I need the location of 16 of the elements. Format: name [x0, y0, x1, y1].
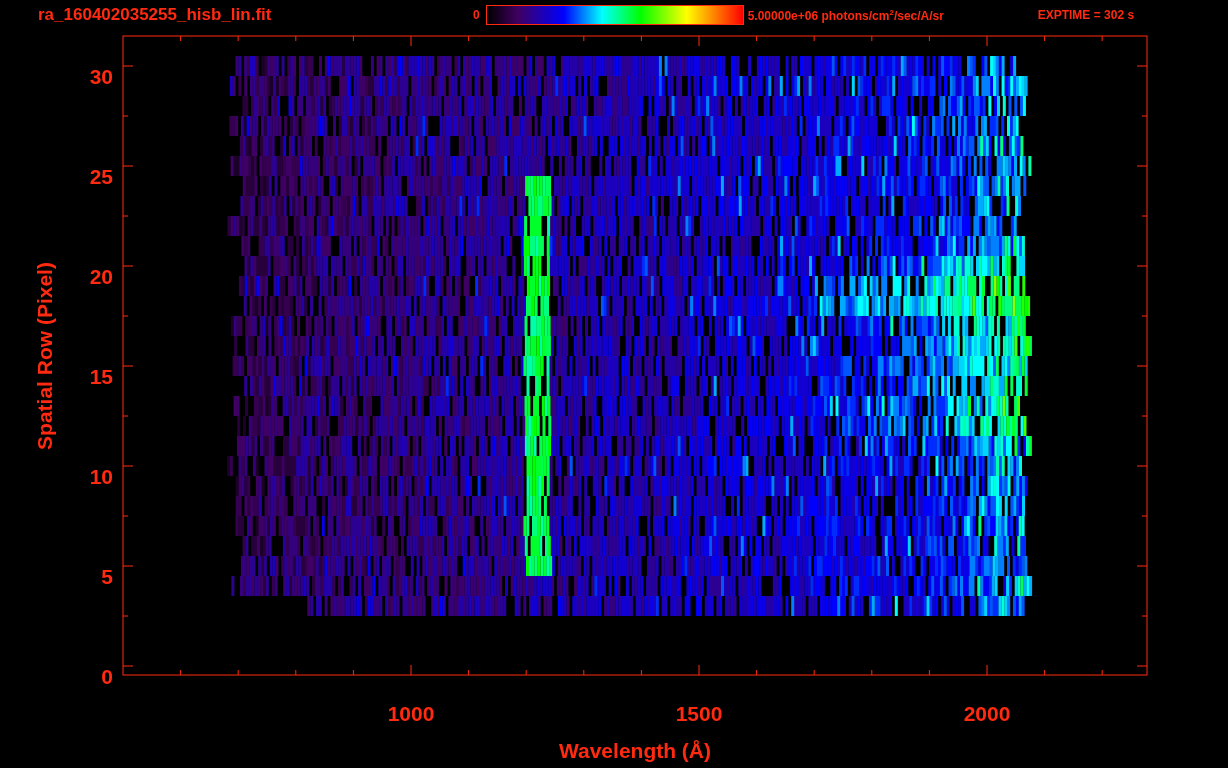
colorbar-max-label: 5.00000e+06 photons/cm$^{2}$/sec/A/sr	[747, 7, 945, 23]
y-tick-label: 0	[101, 665, 113, 688]
y-tick-label: 20	[89, 265, 113, 288]
x-tick-label: 2000	[963, 702, 1011, 725]
x-tick-label: 1500	[675, 702, 723, 725]
y-tick-label: 10	[89, 465, 113, 488]
y-tick-label: 15	[89, 365, 113, 388]
exposure-time: EXPTIME = 302 s	[1037, 8, 1135, 22]
colorbar-min-label: 0	[473, 8, 480, 22]
x-tick-label: 1000	[387, 702, 435, 725]
y-tick-label: 25	[89, 165, 113, 188]
y-tick-label: 30	[89, 65, 113, 88]
y-tick-label: 5	[101, 565, 113, 588]
y-axis-title: Spatial Row (Pixel)	[33, 262, 56, 450]
file-title: ra_160402035255_hisb_lin.fit	[38, 5, 273, 25]
x-axis-title: Wavelength (Å)	[558, 739, 712, 762]
